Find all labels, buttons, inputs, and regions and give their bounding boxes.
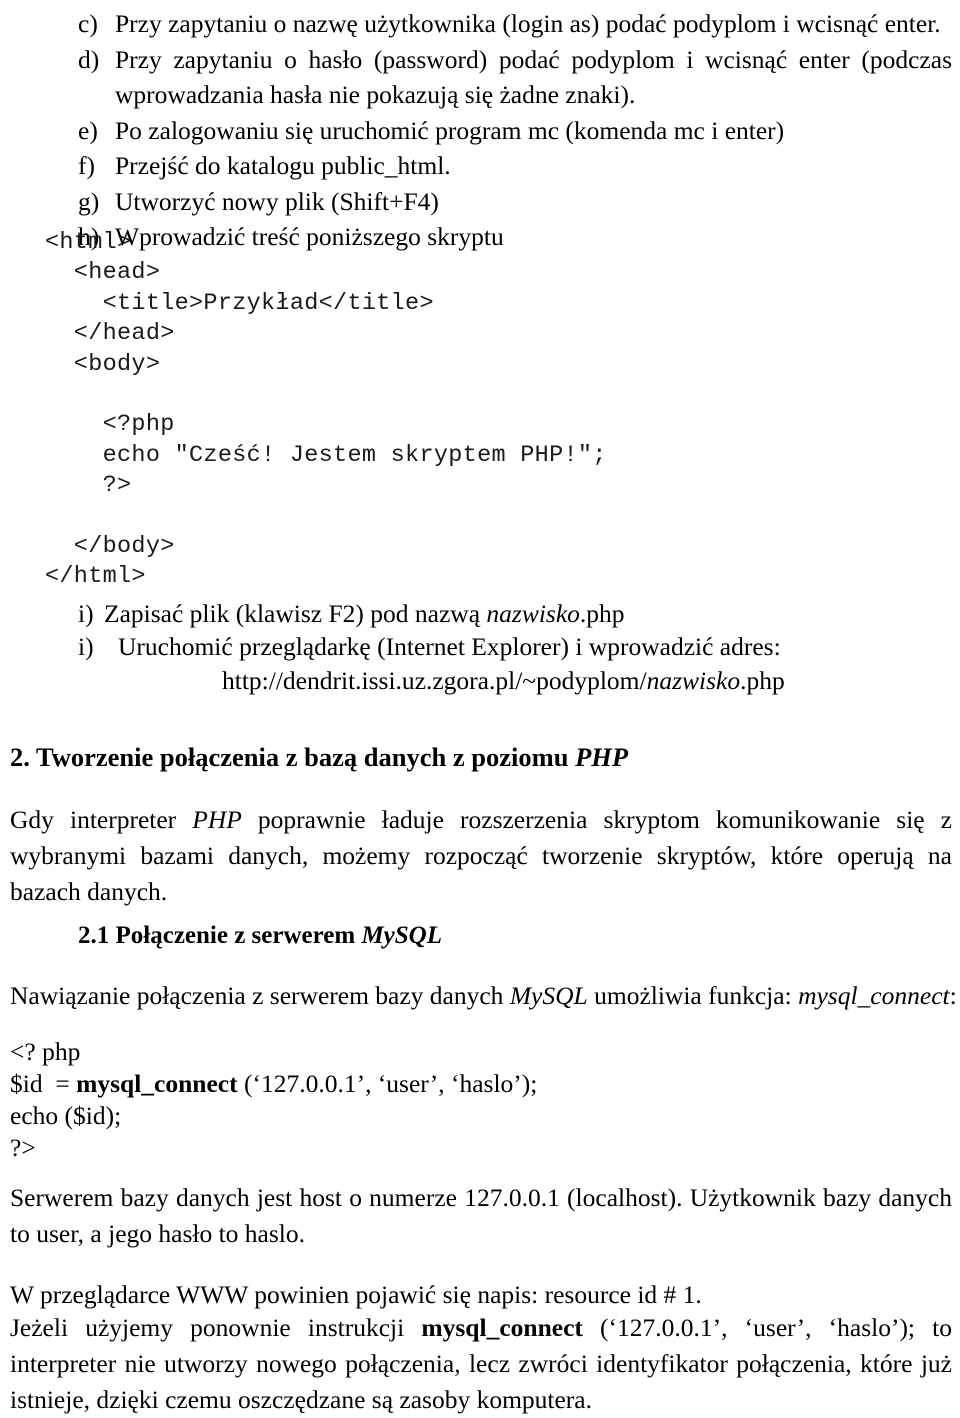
list-text-c: Przy zapytaniu o nazwę użytkownika (logi…: [115, 9, 941, 38]
lead-function-italic: mysql_connect: [798, 981, 950, 1010]
save-file-text-before: Zapisać plik (klawisz F2) pod nazwą: [104, 599, 487, 628]
save-file-text-after: .php: [579, 599, 625, 628]
lead-before: Nawiązanie połączenia z serwerem bazy da…: [10, 981, 510, 1010]
intro-php-italic: PHP: [192, 805, 242, 834]
php-snippet-function-name: mysql_connect: [76, 1069, 238, 1098]
list-text-d: Przy zapytaniu o hasło (password) podać …: [115, 44, 952, 110]
list-marker-c: c): [78, 9, 98, 38]
url-part-after: .php: [740, 666, 785, 695]
section-2-title: Tworzenie połączenia z bazą danych z poz…: [29, 742, 576, 772]
php-snippet-line-3: echo ($id);: [10, 1101, 122, 1130]
jezeli-before: Jeżeli użyjemy ponownie instrukcji: [10, 1313, 422, 1342]
url-part-before: http://dendrit.issi.uz.zgora.pl/~podyplo…: [222, 666, 647, 695]
list-marker-f: f): [78, 151, 95, 180]
list-marker-g: g): [78, 186, 100, 216]
server-description-paragraph: Serwerem bazy danych jest host o numerze…: [10, 1183, 952, 1248]
section-21-number: 2.1: [78, 922, 110, 949]
list-marker-i-1: i): [78, 599, 94, 628]
section-2-heading: 2. Tworzenie połączenia z bazą danych z …: [10, 740, 628, 774]
lead-middle: umożliwia funkcja:: [587, 981, 799, 1010]
section-21-title-italic: MySQL: [361, 922, 442, 949]
lead-mysql-italic: MySQL: [509, 981, 588, 1010]
list-item-f: f) Przejść do katalogu public_html.: [0, 148, 960, 184]
list-item-open-browser: i) Uruchomić przeglądarkę (Internet Expl…: [0, 630, 960, 698]
open-browser-text: Uruchomić przeglądarkę (Internet Explore…: [118, 632, 781, 661]
list-marker-d: d): [78, 44, 100, 74]
php-connect-snippet: <? php $id = mysql_connect (‘127.0.0.1’,…: [10, 1036, 537, 1164]
intro-before: Gdy interpreter: [10, 805, 193, 834]
jezeli-function-bold: mysql_connect: [421, 1313, 583, 1342]
list-text-e: Po zalogowaniu się uruchomić program mc …: [115, 115, 785, 145]
example-url: http://dendrit.issi.uz.zgora.pl/~podyplo…: [78, 663, 960, 698]
section-2-intro-paragraph: Gdy interpreter PHP poprawnie ładuje roz…: [10, 802, 952, 910]
php-snippet-line-2: $id = mysql_connect (‘127.0.0.1’, ‘user’…: [10, 1069, 537, 1098]
list-marker-e: e): [78, 115, 98, 145]
save-file-filename-italic: nazwisko: [486, 599, 580, 628]
lettered-steps-list: c) Przy zapytaniu o nazwę użytkownika (l…: [0, 6, 960, 255]
list-item-g: g) Utworzyć nowy plik (Shift+F4): [0, 184, 960, 220]
php-snippet-line-2-suffix: (‘127.0.0.1’, ‘user’, ‘haslo’);: [237, 1069, 538, 1098]
reconnect-explanation-paragraph: Jeżeli użyjemy ponownie instrukcji mysql…: [10, 1310, 952, 1418]
list-item-e: e) Po zalogowaniu się uruchomić program …: [0, 113, 960, 149]
section-21-title: Połączenie z serwerem: [109, 922, 362, 949]
section-21-heading: 2.1 Połączenie z serwerem MySQL: [78, 920, 442, 952]
section-2-number: 2.: [10, 742, 30, 772]
php-snippet-line-4: ?>: [10, 1133, 36, 1162]
section-2-title-italic: PHP: [575, 742, 629, 772]
php-snippet-line-2-prefix: $id =: [10, 1069, 77, 1098]
html-code-listing: <html> <head> <title>Przykład</title> </…: [45, 229, 607, 591]
lead-after: :: [949, 981, 957, 1010]
list-item-d: d) Przy zapytaniu o hasło (password) pod…: [0, 42, 960, 113]
browser-output-paragraph: W przeglądarce WWW powinien pojawić się …: [10, 1280, 702, 1309]
list-text-f: Przejść do katalogu public_html.: [115, 151, 451, 180]
list-item-c: c) Przy zapytaniu o nazwę użytkownika (l…: [0, 6, 960, 42]
mysql-connect-lead-paragraph: Nawiązanie połączenia z serwerem bazy da…: [10, 978, 960, 1014]
list-text-g: Utworzyć nowy plik (Shift+F4): [115, 186, 439, 216]
list-item-save-file: i) Zapisać plik (klawisz F2) pod nazwą n…: [0, 597, 960, 630]
roman-steps-list: i) Zapisać plik (klawisz F2) pod nazwą n…: [0, 597, 960, 698]
document-page: c) Przy zapytaniu o nazwę użytkownika (l…: [0, 0, 960, 1414]
url-part-italic: nazwisko: [646, 666, 741, 695]
php-snippet-line-1: <? php: [10, 1037, 81, 1066]
list-marker-i-2: i): [78, 632, 94, 661]
